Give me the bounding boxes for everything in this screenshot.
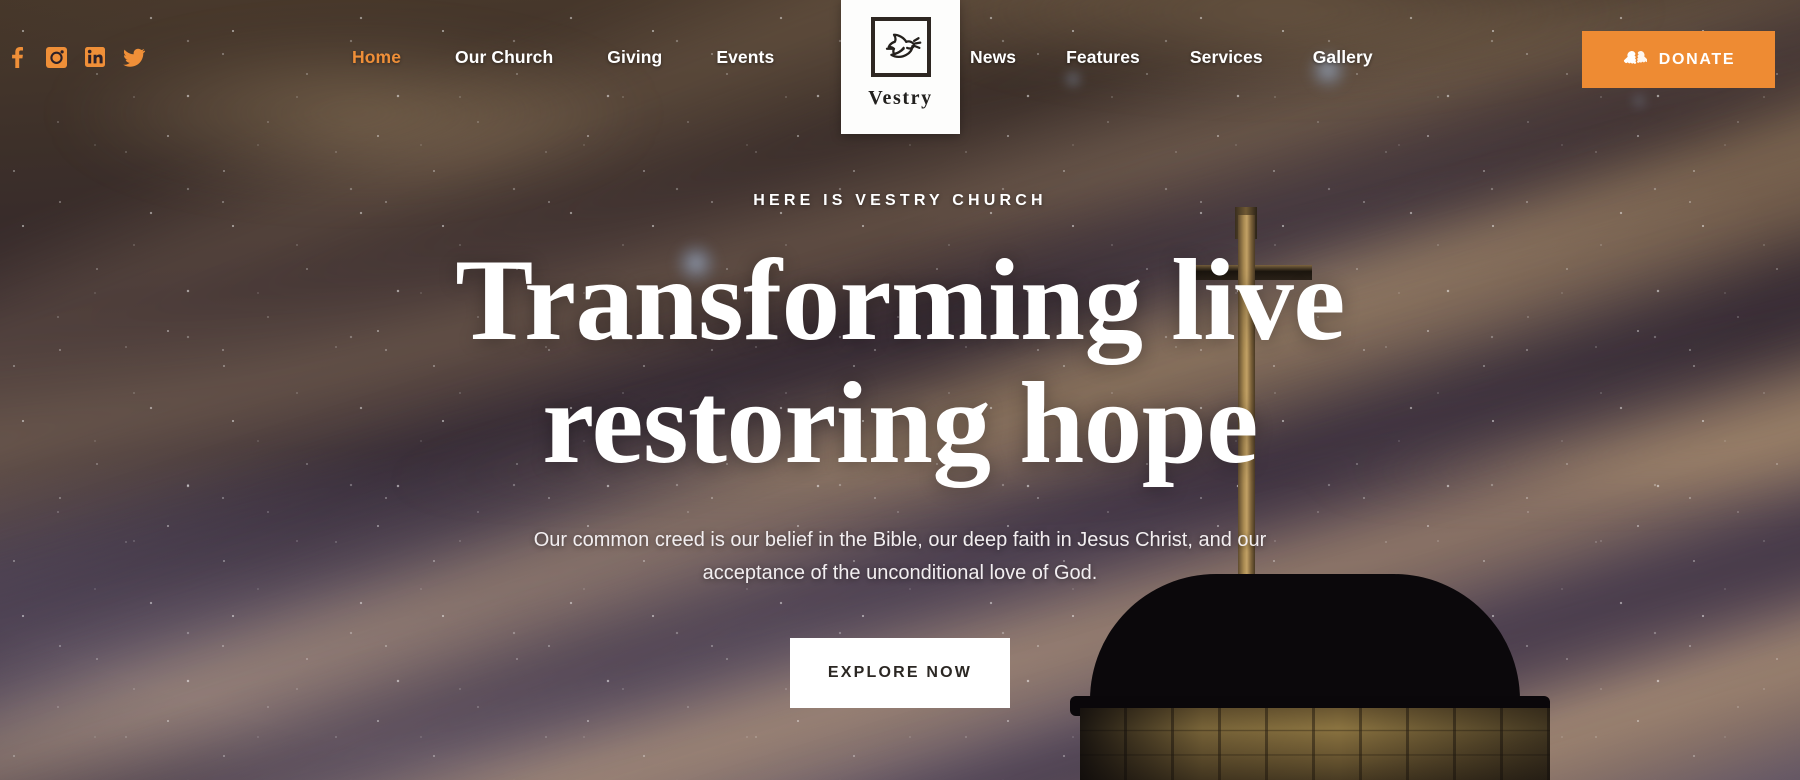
hero-page: HERE IS VESTRY CHURCH Transforming live … [0,0,1800,780]
dove-icon [870,17,931,77]
explore-now-label: EXPLORE NOW [827,663,973,681]
nav-item-events[interactable]: Events [716,47,774,68]
twitter-icon[interactable] [123,46,145,68]
facebook-icon[interactable] [6,46,28,68]
nav-item-home[interactable]: Home [352,47,401,68]
page-title: Transforming live restoring hope [455,239,1345,488]
linkedin-icon[interactable] [84,46,106,68]
instagram-icon[interactable] [45,46,67,68]
nav-item-giving[interactable]: Giving [607,47,662,68]
donate-button[interactable]: DONATE [1582,31,1775,88]
nav-item-gallery[interactable]: Gallery [1313,47,1373,68]
hero-title-line-1: Transforming live [455,236,1345,365]
nav-item-services[interactable]: Services [1190,47,1263,68]
hero-eyebrow: HERE IS VESTRY CHURCH [753,192,1047,209]
donate-label: DONATE [1658,50,1736,68]
drum-shading [1080,708,1550,780]
church-dome [1090,574,1520,706]
nav-item-our-church[interactable]: Our Church [455,47,553,68]
site-header: Home Our Church Giving Events Vestry New… [0,0,1800,134]
hero-title-line-2: restoring hope [542,358,1258,488]
primary-nav-right: News Features Services Gallery [970,47,1373,68]
nav-item-news[interactable]: News [970,47,1016,68]
site-logo-text: Vestry [868,87,933,109]
primary-nav-left: Home Our Church Giving Events [352,47,774,68]
site-logo[interactable]: Vestry [841,0,960,134]
handshake-icon [1622,49,1648,71]
social-links [6,46,145,68]
hero-subtitle: Our common creed is our belief in the Bi… [533,528,1267,584]
nav-item-features[interactable]: Features [1066,47,1140,68]
explore-now-button[interactable]: EXPLORE NOW [790,637,1010,708]
